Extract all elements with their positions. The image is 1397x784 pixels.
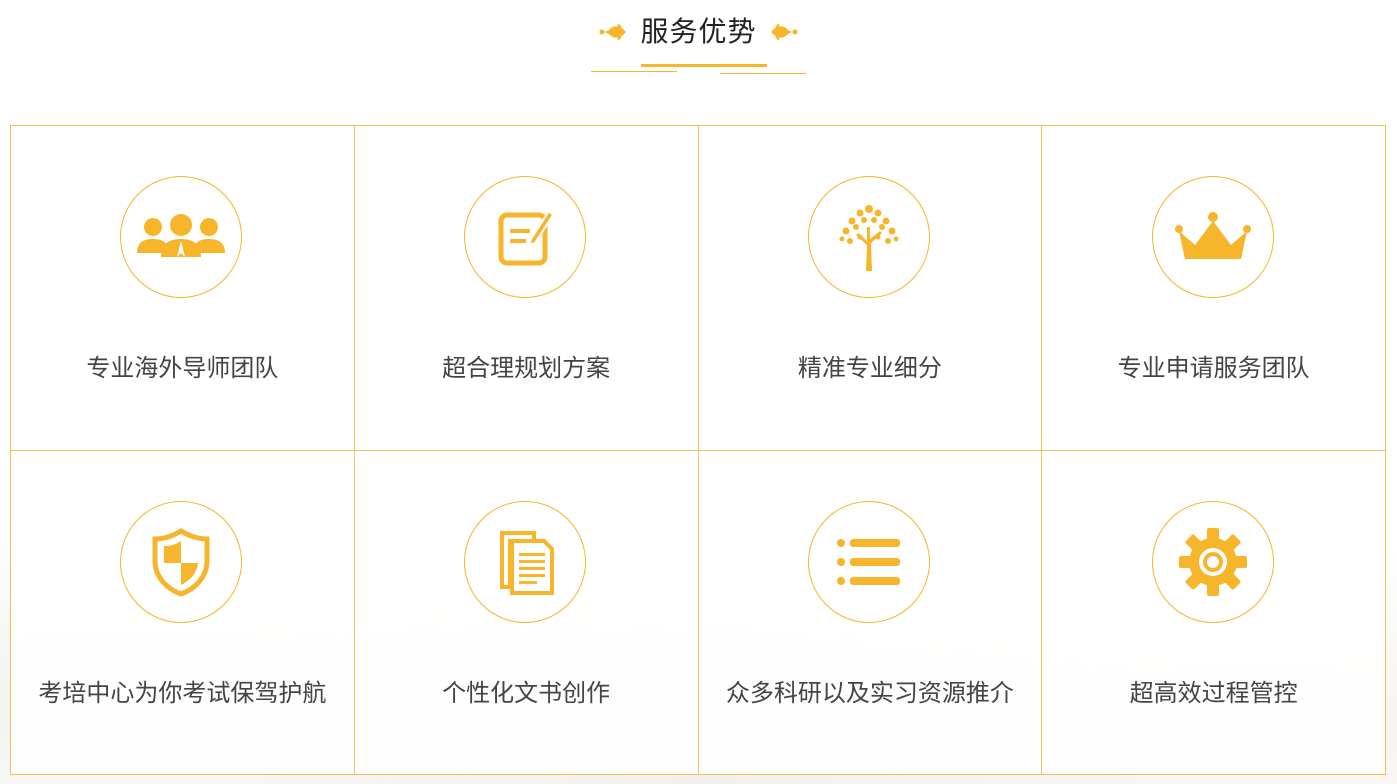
- advantage-label: 专业申请服务团队: [1117, 354, 1310, 382]
- advantage-label: 超高效过程管控: [1129, 678, 1298, 707]
- advantage-card: 超合理规划方案: [354, 126, 699, 451]
- gear-icon: [1178, 527, 1247, 596]
- icon-circle: [807, 500, 930, 623]
- advantage-card: 个性化文书创作: [354, 450, 699, 775]
- right-ornament-icon: [770, 23, 797, 41]
- crown-icon: [1174, 212, 1251, 259]
- title-underline-left: [591, 71, 677, 72]
- advantage-card: 精准专业细分: [698, 126, 1043, 451]
- icon-circle: [464, 500, 587, 623]
- icon-circle: [120, 500, 243, 623]
- advantage-label: 超合理规划方案: [442, 354, 611, 382]
- advantage-label: 个性化文书创作: [442, 678, 611, 707]
- title-underline-right: [720, 73, 806, 74]
- advantage-label: 专业海外导师团队: [86, 354, 279, 382]
- edit-document-icon: [498, 209, 555, 266]
- advantage-card: 专业海外导师团队: [11, 126, 355, 451]
- advantage-card: 考培中心为你考试保驾护航: [11, 450, 355, 775]
- icon-circle: [464, 176, 587, 298]
- advantage-label: 众多科研以及实习资源推介: [725, 678, 1014, 707]
- advantage-card: 专业申请服务团队: [1042, 126, 1386, 451]
- team-icon: [137, 214, 226, 257]
- title-underline-main: [641, 64, 767, 67]
- icon-circle: [120, 176, 243, 298]
- icon-circle: [1151, 500, 1274, 623]
- advantage-card: 众多科研以及实习资源推介: [698, 450, 1043, 775]
- documents-icon: [500, 530, 555, 595]
- section-title: 服务优势: [640, 15, 757, 48]
- advantage-label: 考培中心为你考试保驾护航: [38, 678, 327, 707]
- section-header: 服务优势: [0, 0, 1397, 110]
- icon-circle: [1151, 176, 1274, 298]
- list-icon: [836, 538, 900, 585]
- advantage-card: 超高效过程管控: [1042, 450, 1386, 775]
- left-ornament-icon: [599, 23, 627, 41]
- advantage-label: 精准专业细分: [797, 354, 942, 382]
- shield-icon: [152, 527, 210, 597]
- tree-icon: [839, 205, 899, 271]
- advantages-grid: 专业海外导师团队 超合理规划方案 精准专业细分 专业申请服务团队 考培中心为你考…: [10, 125, 1386, 775]
- icon-circle: [807, 176, 930, 298]
